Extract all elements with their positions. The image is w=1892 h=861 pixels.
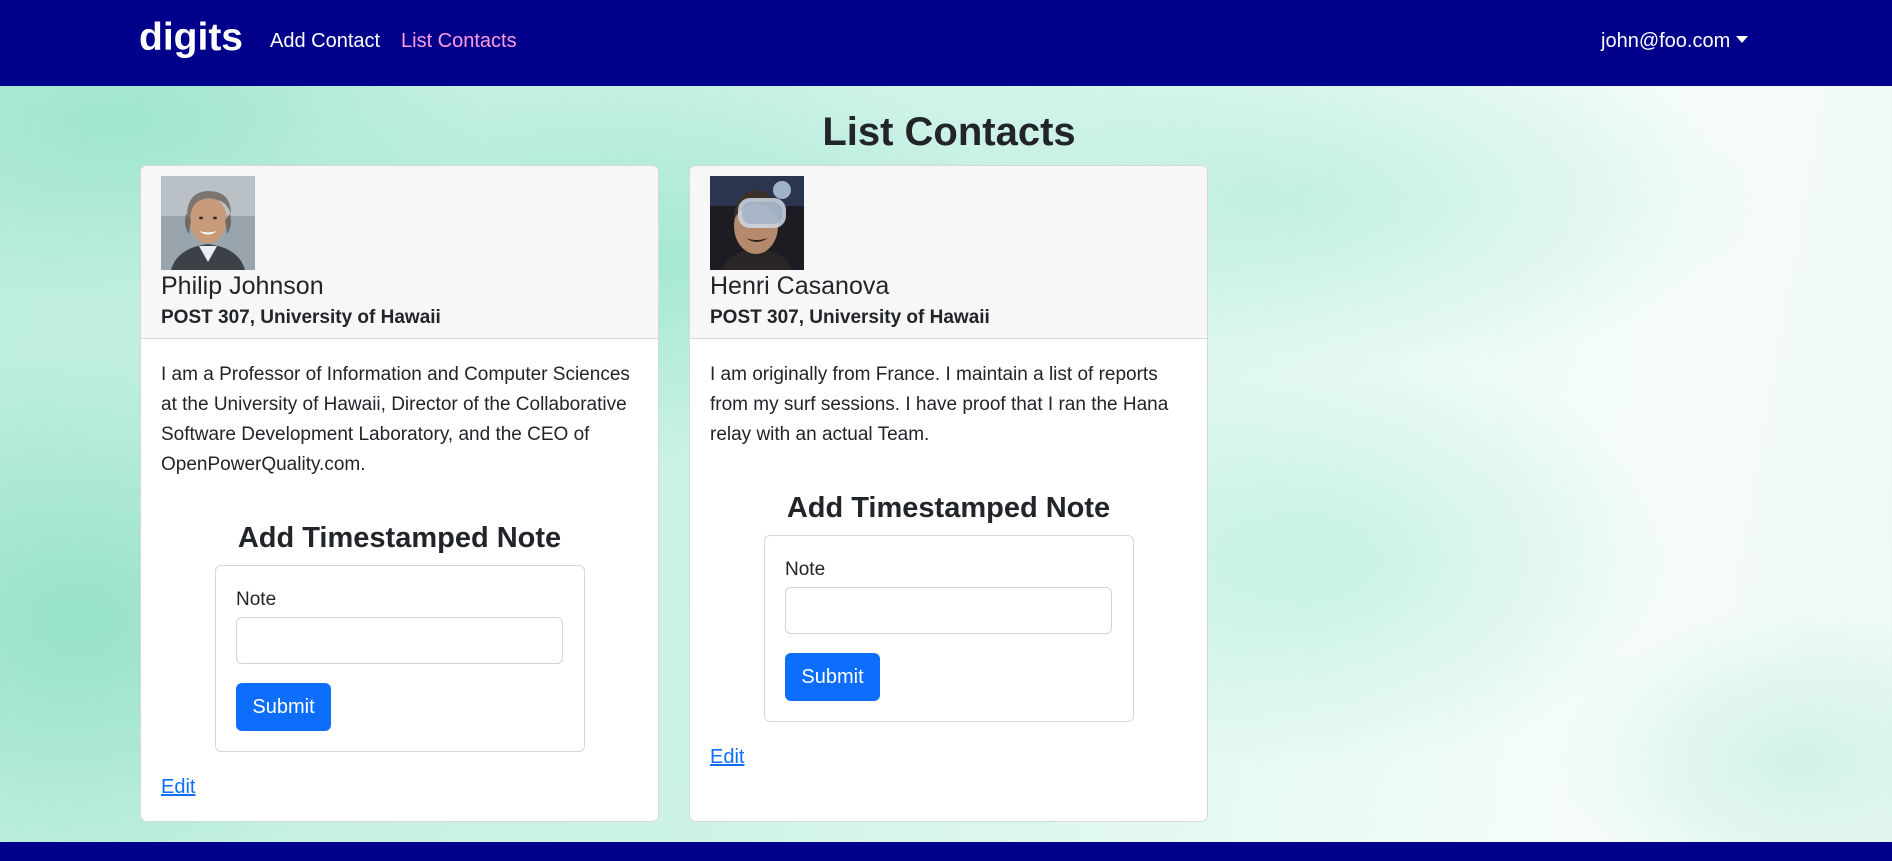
note-form: Note Submit <box>764 535 1134 722</box>
caret-down-icon <box>1736 36 1749 44</box>
avatar <box>161 176 255 270</box>
avatar <box>710 176 804 270</box>
user-email: john@foo.com <box>1601 30 1731 52</box>
submit-button[interactable]: Submit <box>236 683 331 731</box>
contact-name: Henri Casanova <box>710 272 890 300</box>
card-header: Henri Casanova POST 307, University of H… <box>690 166 1207 339</box>
avatar-photo <box>710 176 804 270</box>
nav-list-contacts[interactable]: List Contacts <box>401 28 517 54</box>
note-heading: Add Timestamped Note <box>237 522 562 554</box>
nav-add-contact[interactable]: Add Contact <box>270 28 380 54</box>
brand-logo[interactable]: digits <box>139 14 243 62</box>
contact-address: POST 307, University of Hawaii <box>161 307 441 328</box>
submit-button[interactable]: Submit <box>785 653 880 701</box>
note-input[interactable] <box>785 587 1112 634</box>
page-title: List Contacts <box>822 110 1076 154</box>
avatar-photo <box>161 176 255 270</box>
navbar: digits Add Contact List Contacts john@fo… <box>0 0 1892 86</box>
edit-link[interactable]: Edit <box>161 774 195 800</box>
contact-description: I am a Professor of Information and Comp… <box>161 364 630 475</box>
edit-link[interactable]: Edit <box>710 744 744 770</box>
contact-name: Philip Johnson <box>161 272 324 300</box>
card-header: Philip Johnson POST 307, University of H… <box>141 166 658 339</box>
footer <box>0 842 1892 861</box>
contact-card: Henri Casanova POST 307, University of H… <box>689 165 1208 822</box>
note-input[interactable] <box>236 617 563 664</box>
contact-address: POST 307, University of Hawaii <box>710 307 990 328</box>
note-label: Note <box>785 559 826 580</box>
contact-card: Philip Johnson POST 307, University of H… <box>140 165 659 822</box>
contact-description: I am originally from France. I maintain … <box>710 364 1169 445</box>
note-label: Note <box>236 589 277 610</box>
user-dropdown[interactable]: john@foo.com <box>1601 28 1749 54</box>
note-heading: Add Timestamped Note <box>786 492 1111 524</box>
note-form: Note Submit <box>215 565 585 752</box>
